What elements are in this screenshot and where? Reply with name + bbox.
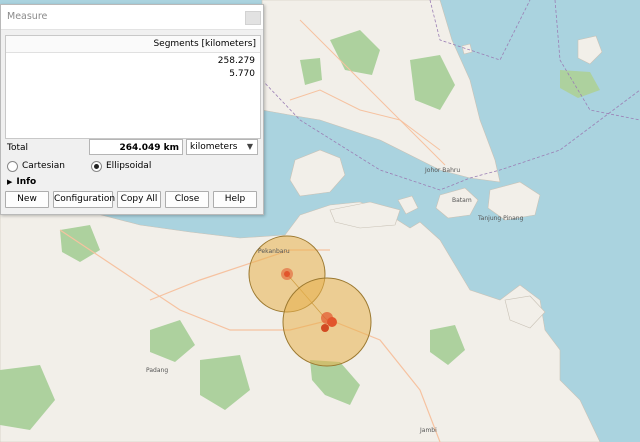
total-value-field: 264.049 km: [89, 139, 183, 155]
measure-vertex-marker[interactable]: [327, 317, 337, 327]
map-label-batam: Batam: [452, 197, 472, 204]
ellipsoidal-label: Ellipsoidal: [106, 161, 152, 171]
unit-select[interactable]: kilometers ▼: [186, 139, 258, 155]
configuration-button[interactable]: Configuration: [53, 191, 115, 208]
map-label-jambi: Jambi: [419, 427, 437, 434]
map-label-johor-bahru: Johor Bahru: [424, 167, 460, 174]
segment-value: 5.770: [229, 69, 255, 79]
ellipsoidal-radio[interactable]: [91, 161, 102, 172]
radio-selected-dot: [94, 164, 99, 169]
map-label-tanjung-pinang: Tanjung Pinang: [477, 215, 524, 222]
total-label: Total: [7, 143, 29, 153]
info-section-toggle[interactable]: ▶ Info: [7, 177, 36, 187]
help-button[interactable]: Help: [213, 191, 257, 208]
cartesian-label: Cartesian: [22, 161, 65, 171]
chevron-down-icon: ▼: [246, 142, 253, 151]
island-anambas-2: [461, 43, 473, 55]
segments-column-header: Segments [kilometers]: [6, 36, 260, 53]
map-label-pekanbaru: Pekanbaru: [258, 248, 290, 255]
unit-select-value: kilometers: [190, 142, 238, 152]
dialog-titlebar[interactable]: Measure: [1, 5, 263, 30]
info-label: Info: [16, 177, 37, 187]
measure-vertex-marker[interactable]: [321, 324, 329, 332]
segment-value: 258.279: [217, 56, 255, 66]
map-label-padang: Padang: [146, 367, 168, 374]
copy-all-button[interactable]: Copy All: [117, 191, 161, 208]
new-button[interactable]: New: [5, 191, 49, 208]
segments-header-label: Segments [kilometers]: [153, 39, 256, 49]
close-window-button[interactable]: [245, 11, 261, 25]
close-button[interactable]: Close: [165, 191, 209, 208]
measure-dialog: Measure Segments [kilometers] 258.279 5.…: [0, 4, 264, 215]
dialog-title: Measure: [7, 11, 48, 22]
segments-table[interactable]: Segments [kilometers] 258.279 5.770: [5, 35, 261, 139]
cartesian-radio[interactable]: [7, 161, 18, 172]
measure-vertex-marker[interactable]: [284, 271, 290, 277]
expand-triangle-icon: ▶: [7, 178, 13, 186]
